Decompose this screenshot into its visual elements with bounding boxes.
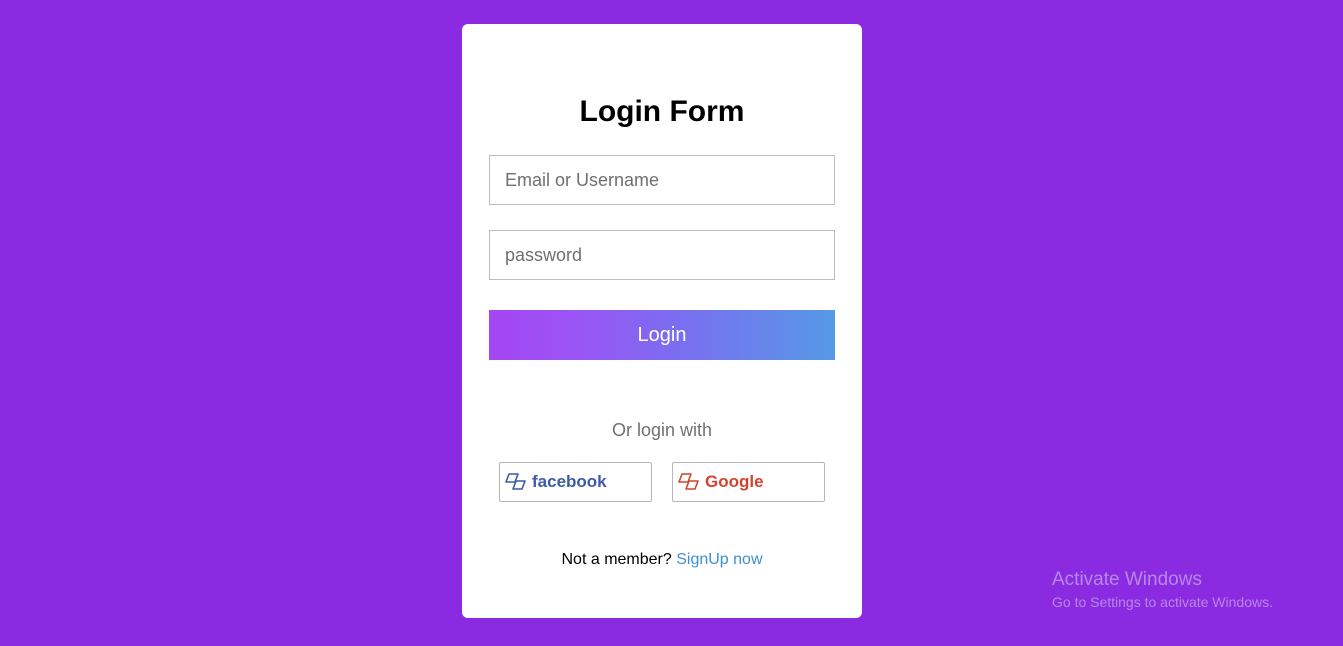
- watermark-subtitle: Go to Settings to activate Windows.: [1052, 594, 1273, 610]
- facebook-icon: [505, 472, 527, 492]
- email-input[interactable]: [489, 155, 835, 205]
- password-input[interactable]: [489, 230, 835, 280]
- or-login-with-text: Or login with: [611, 420, 713, 440]
- login-button[interactable]: Login: [489, 310, 835, 360]
- signup-link[interactable]: SignUp now: [676, 551, 762, 568]
- signup-prompt: Not a member? SignUp now: [462, 550, 862, 570]
- form-title: Login Form: [579, 95, 745, 128]
- watermark-title: Activate Windows: [1052, 569, 1202, 590]
- google-label: Google: [705, 472, 764, 491]
- google-login-button[interactable]: Google: [672, 462, 825, 502]
- google-icon: [678, 472, 700, 492]
- login-card: Login Form Login Or login with facebook …: [462, 24, 862, 618]
- facebook-label: facebook: [532, 472, 607, 491]
- facebook-login-button[interactable]: facebook: [499, 462, 652, 502]
- windows-activation-watermark: Activate Windows Go to Settings to activ…: [1052, 568, 1273, 612]
- signup-prompt-text: Not a member?: [561, 551, 672, 568]
